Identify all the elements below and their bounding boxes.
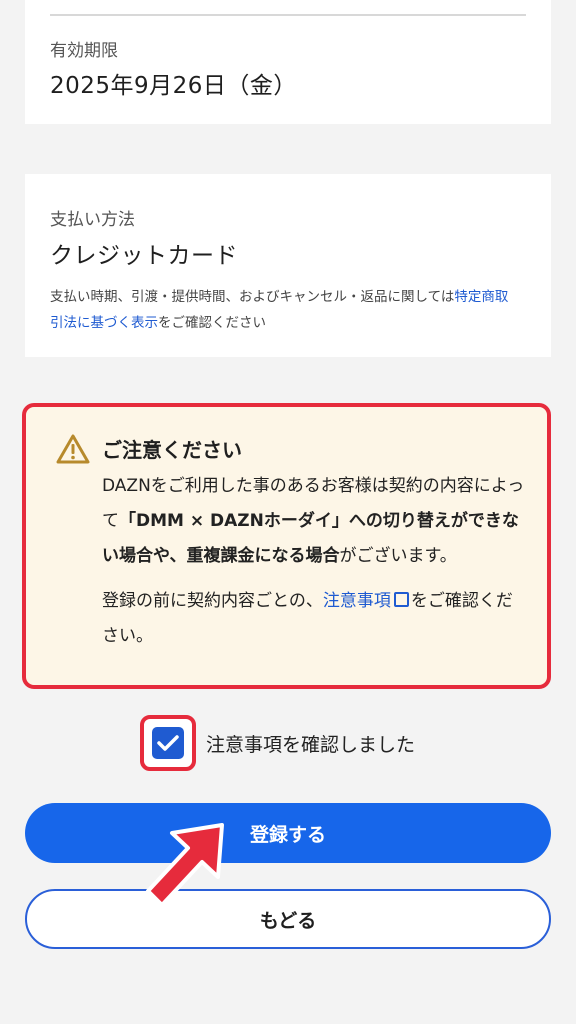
caution-title: ご注意ください [102,438,242,462]
caution-paragraph-1: DAZNをご利用した事のあるお客様は契約の内容によって「DMM × DAZNホー… [102,469,525,574]
expiry-card: 有効期限 2025年9月26日（金） [25,0,551,124]
register-button[interactable]: 登録する [25,803,551,863]
payment-value: クレジットカード [50,243,238,269]
payment-note-suffix: をご確認ください [158,315,266,331]
payment-card: 支払い方法 クレジットカード 支払い時期、引渡・提供時間、およびキャンセル・返品… [25,174,551,357]
external-link-icon [393,592,409,607]
expiry-value: 2025年9月26日（金） [50,73,297,99]
payment-note: 支払い時期、引渡・提供時間、およびキャンセル・返品に関しては特定商取引法に基づく… [50,284,521,336]
caution-text-1c: がございます。 [339,546,457,566]
payment-note-prefix: 支払い時期、引渡・提供時間、およびキャンセル・返品に関しては [50,289,455,305]
checkbox-highlight [140,715,196,771]
caution-box: ご注意ください DAZNをご利用した事のあるお客様は契約の内容によって「DMM … [22,403,551,689]
pointer-arrow-icon [146,823,224,907]
consent-label[interactable]: 注意事項を確認しました [206,730,415,757]
caution-body: DAZNをご利用した事のあるお客様は契約の内容によって「DMM × DAZNホー… [102,469,525,654]
expiry-label: 有効期限 [50,41,118,61]
caution-text-2a: 登録の前に契約内容ごとの、 [102,591,323,611]
checkmark-icon [157,735,179,751]
back-button[interactable]: もどる [25,889,551,949]
payment-label: 支払い方法 [50,210,135,230]
registration-confirm-page: 有効期限 2025年9月26日（金） 支払い方法 クレジットカード 支払い時期、… [0,0,576,1024]
warning-triangle-icon [56,434,90,464]
caution-paragraph-2: 登録の前に契約内容ごとの、注意事項 をご確認ください。 [102,584,525,654]
notes-link[interactable]: 注意事項 [323,591,391,611]
consent-checkbox[interactable] [152,727,184,759]
divider [50,14,526,16]
consent-row: 注意事項を確認しました [140,715,415,771]
